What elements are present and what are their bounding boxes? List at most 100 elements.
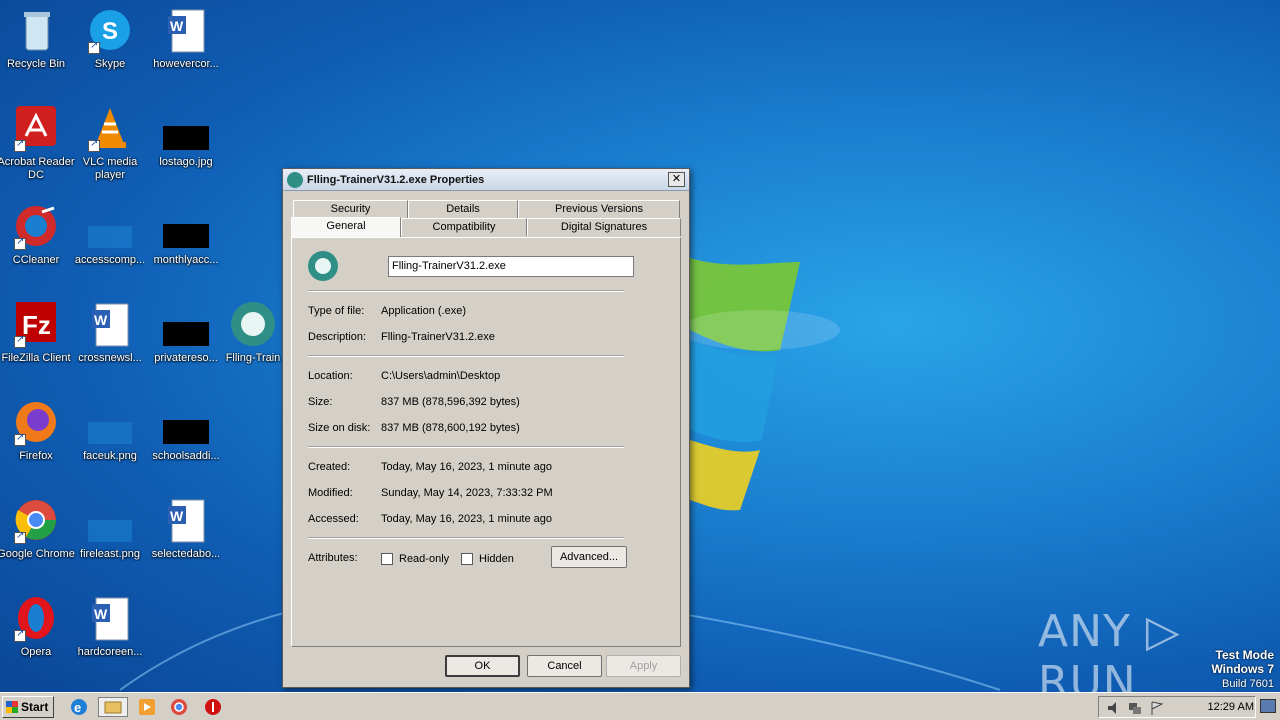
- skype-icon: S: [86, 6, 134, 54]
- file-thumbnail-icon: [86, 202, 134, 250]
- acrobat-icon: [12, 104, 60, 152]
- type-value: Application (.exe): [381, 305, 466, 317]
- advanced-button[interactable]: Advanced...: [551, 546, 627, 568]
- close-button[interactable]: ✕: [668, 172, 685, 187]
- opera-icon: [12, 594, 60, 642]
- readonly-checkbox[interactable]: [381, 553, 393, 565]
- trainer-app-icon: [287, 171, 303, 188]
- media-player-icon[interactable]: [136, 697, 158, 717]
- filename-field[interactable]: Flling-TrainerV31.2.exe: [388, 256, 634, 277]
- build-text: Build 7601: [1222, 678, 1274, 690]
- internet-explorer-icon[interactable]: e: [68, 697, 90, 717]
- recycle-bin-icon: [12, 6, 60, 54]
- dialog-titlebar[interactable]: Flling-TrainerV31.2.exe Properties ✕: [283, 169, 689, 191]
- desktop-icon-lostago[interactable]: lostago.jpg: [146, 104, 226, 169]
- desktop-icon-word-doc-3[interactable]: W selectedabo...: [146, 496, 226, 561]
- image-thumbnail-icon: [162, 398, 210, 446]
- hidden-label: Hidden: [479, 553, 514, 565]
- tab-security[interactable]: Security: [293, 200, 408, 218]
- desktop-icon-privatereso[interactable]: privatereso...: [146, 300, 226, 365]
- desktop-icon-skype[interactable]: S Skype: [70, 6, 150, 71]
- desktop-icon-word-doc-4[interactable]: W hardcoreen...: [70, 594, 150, 659]
- desktop-icon-recycle-bin[interactable]: Recycle Bin: [0, 6, 76, 71]
- desktop-icon-firefox[interactable]: Firefox: [0, 398, 76, 463]
- desktop-icon-faceuk[interactable]: faceuk.png: [70, 398, 150, 463]
- desktop-icon-vlc[interactable]: VLC media player: [70, 104, 150, 182]
- separator: [308, 537, 624, 539]
- general-tab-panel: Flling-TrainerV31.2.exe Type of file: Ap…: [291, 237, 681, 647]
- desktop-icon-chrome[interactable]: Google Chrome: [0, 496, 76, 561]
- properties-dialog: Flling-TrainerV31.2.exe Properties ✕ Sec…: [282, 168, 690, 688]
- trainer-app-icon: [308, 251, 338, 281]
- tab-digital-signatures[interactable]: Digital Signatures: [527, 218, 681, 236]
- image-thumbnail-icon: [162, 300, 210, 348]
- apply-button[interactable]: Apply: [606, 655, 681, 677]
- windows-flag-icon: [6, 701, 18, 713]
- description-label: Description:: [308, 331, 367, 343]
- svg-text:W: W: [170, 508, 184, 524]
- tab-details[interactable]: Details: [408, 200, 518, 218]
- desktop-icon-ccleaner[interactable]: CCleaner: [0, 202, 76, 267]
- cancel-button[interactable]: Cancel: [527, 655, 602, 677]
- desktop-icon-flling-trainer[interactable]: Flling-Train: [221, 300, 285, 365]
- tab-previous-versions[interactable]: Previous Versions: [518, 200, 680, 218]
- svg-text:W: W: [94, 606, 108, 622]
- firefox-icon: [12, 398, 60, 446]
- size-value: 837 MB (878,596,392 bytes): [381, 396, 520, 408]
- created-value: Today, May 16, 2023, 1 minute ago: [381, 461, 553, 473]
- accessed-value: Today, May 16, 2023, 1 minute ago: [381, 513, 553, 525]
- file-thumbnail-icon: [86, 398, 134, 446]
- trainer-app-icon: [229, 300, 277, 348]
- show-desktop-button[interactable]: [1260, 699, 1276, 713]
- desktop-icon-fireleast[interactable]: fireleast.png: [70, 496, 150, 561]
- size-on-disk-label: Size on disk:: [308, 422, 371, 434]
- separator: [308, 355, 624, 357]
- filezilla-icon: Fz: [12, 300, 60, 348]
- word-document-icon: W: [86, 300, 134, 348]
- svg-text:e: e: [74, 700, 81, 715]
- desktop-icon-word-doc-1[interactable]: W howevercor...: [146, 6, 226, 71]
- ok-button[interactable]: OK: [445, 655, 520, 677]
- svg-text:Fz: Fz: [22, 310, 51, 340]
- clock[interactable]: 12:29 AM: [1208, 701, 1254, 713]
- svg-text:S: S: [102, 18, 118, 45]
- readonly-label: Read-only: [399, 553, 450, 565]
- windows-version-text: Windows 7: [1211, 662, 1274, 676]
- svg-text:W: W: [94, 312, 108, 328]
- word-document-icon: W: [162, 496, 210, 544]
- attributes-label: Attributes:: [308, 552, 358, 564]
- word-document-icon: W: [86, 594, 134, 642]
- image-thumbnail-icon: [162, 104, 210, 152]
- explorer-icon[interactable]: [98, 697, 128, 717]
- location-value: C:\Users\admin\Desktop: [381, 370, 501, 382]
- type-label: Type of file:: [308, 305, 365, 317]
- desktop-icon-monthlyacc[interactable]: monthlyacc...: [146, 202, 226, 267]
- chrome-icon[interactable]: [168, 697, 190, 717]
- description-value: Flling-TrainerV31.2.exe: [381, 331, 495, 343]
- desktop-icon-acrobat[interactable]: Acrobat Reader DC: [0, 104, 76, 182]
- image-thumbnail-icon: [162, 202, 210, 250]
- action-center-flag-icon[interactable]: [1149, 700, 1165, 716]
- modified-value: Sunday, May 14, 2023, 7:33:32 PM: [381, 487, 553, 499]
- network-icon[interactable]: [1127, 700, 1143, 716]
- chrome-icon: [12, 496, 60, 544]
- file-thumbnail-icon: [86, 496, 134, 544]
- speaker-icon[interactable]: [1105, 700, 1121, 716]
- ccleaner-icon: [12, 202, 60, 250]
- tab-compatibility[interactable]: Compatibility: [401, 218, 527, 236]
- hidden-checkbox[interactable]: [461, 553, 473, 565]
- desktop-icon-opera[interactable]: Opera: [0, 594, 76, 659]
- svg-text:W: W: [170, 18, 184, 34]
- word-document-icon: W: [162, 6, 210, 54]
- tab-general[interactable]: General: [291, 217, 401, 237]
- desktop-icon-schoolsaddi[interactable]: schoolsaddi...: [146, 398, 226, 463]
- taskbar: Start e 12:29 AM: [0, 692, 1280, 720]
- dialog-title: Flling-TrainerV31.2.exe Properties: [307, 173, 485, 186]
- modified-label: Modified:: [308, 487, 353, 499]
- start-button[interactable]: Start: [2, 696, 54, 718]
- stop-icon[interactable]: [202, 697, 224, 717]
- desktop-icon-accesscomp[interactable]: accesscomp...: [70, 202, 150, 267]
- size-on-disk-value: 837 MB (878,600,192 bytes): [381, 422, 520, 434]
- desktop-icon-filezilla[interactable]: Fz FileZilla Client: [0, 300, 76, 365]
- desktop-icon-word-doc-2[interactable]: W crossnewsl...: [70, 300, 150, 365]
